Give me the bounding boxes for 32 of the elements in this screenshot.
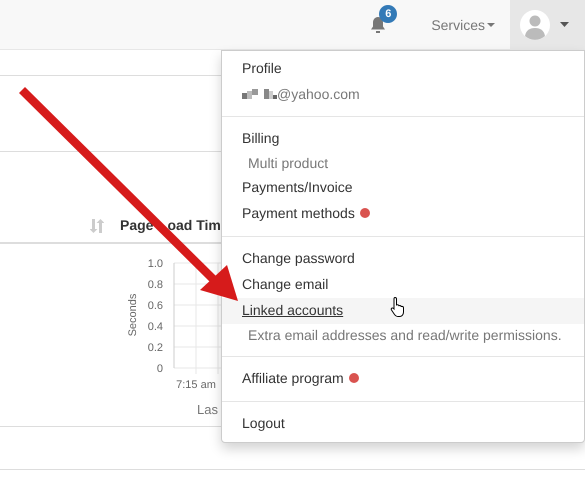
y-tick-label: 0.8 bbox=[148, 279, 163, 291]
menu-description: Extra email addresses and read/write permissions. bbox=[247, 326, 563, 345]
menu-item[interactable]: Change password bbox=[222, 246, 584, 272]
y-tick-label: 0.6 bbox=[148, 300, 163, 312]
x-tick-label: 7:15 am bbox=[176, 379, 216, 391]
menu-item[interactable]: Logout bbox=[222, 411, 584, 437]
menu-description: Multi product bbox=[247, 154, 330, 173]
notification-badge: 6 bbox=[379, 4, 398, 22]
services-menu[interactable]: Services bbox=[416, 0, 510, 49]
menu-item[interactable]: Affiliate program bbox=[222, 366, 584, 392]
menu-heading[interactable]: Billing bbox=[242, 129, 280, 147]
column-header-text[interactable]: oad Tim bbox=[167, 217, 221, 233]
menu-item[interactable]: Payment methods bbox=[222, 201, 584, 227]
menu-item[interactable]: Payments/Invoice bbox=[222, 175, 584, 201]
avatar-icon bbox=[520, 10, 550, 40]
menu-heading[interactable]: Profile bbox=[242, 59, 282, 77]
x-axis-label: Las bbox=[197, 402, 218, 417]
caret-icon bbox=[560, 22, 569, 27]
account-email: @yahoo.com bbox=[277, 85, 360, 103]
y-axis-label: Seconds bbox=[127, 294, 139, 336]
menu-item[interactable]: Linked accounts bbox=[222, 298, 584, 324]
y-tick-label: 0 bbox=[156, 363, 163, 375]
caret-icon bbox=[487, 22, 495, 26]
y-tick-label: 0.4 bbox=[148, 321, 163, 333]
y-tick-label: 1.0 bbox=[148, 258, 163, 270]
hand-cursor-icon bbox=[390, 296, 406, 318]
user-menu-toggle[interactable] bbox=[510, 0, 585, 49]
bell-icon[interactable] bbox=[370, 16, 386, 34]
sort-icon[interactable] bbox=[90, 219, 104, 233]
pixelated-redaction-icon bbox=[242, 89, 277, 99]
y-tick-label: 0.2 bbox=[148, 342, 163, 354]
column-header-text[interactable]: Page bbox=[120, 217, 154, 233]
